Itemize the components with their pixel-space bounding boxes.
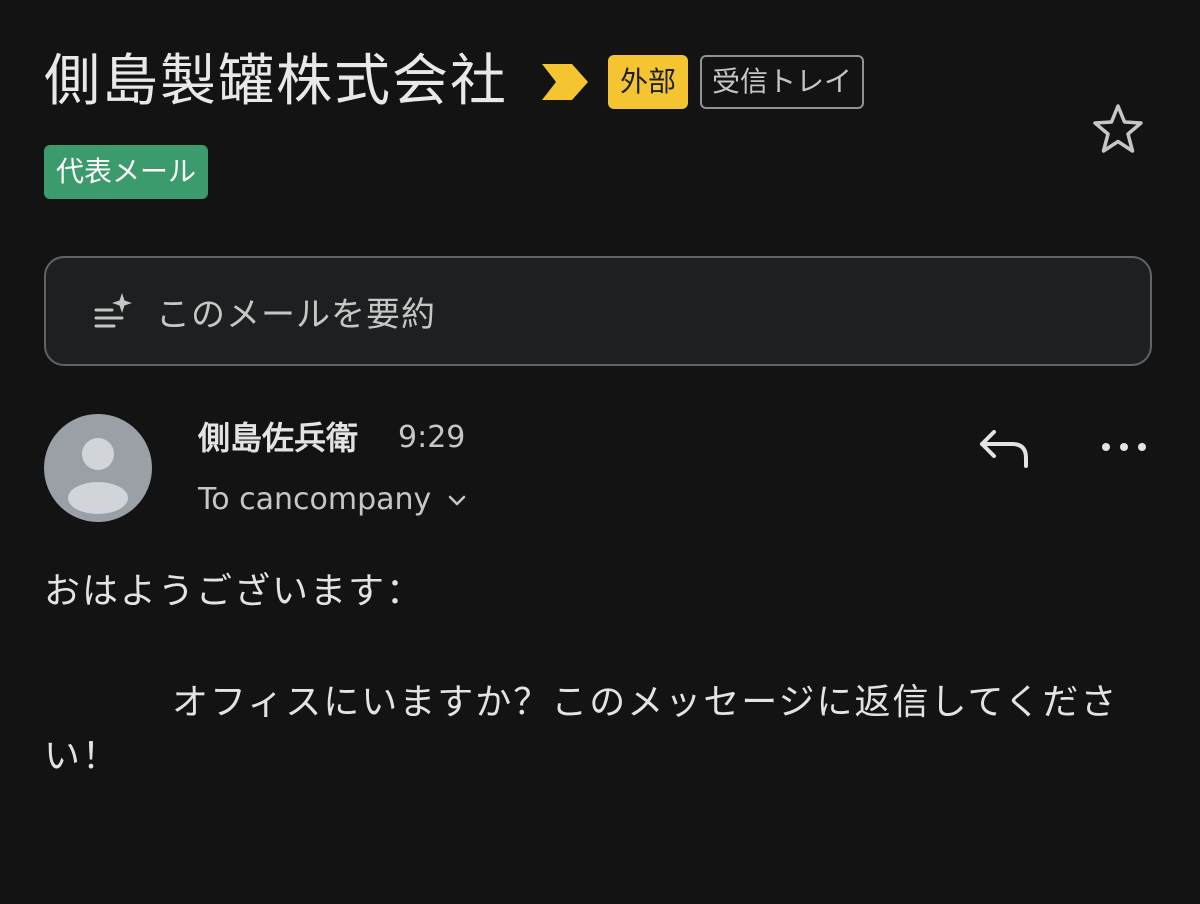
message-body: オフィスにいますか？このメッセージに返信してください！: [44, 682, 1119, 777]
sender-name[interactable]: 側島佐兵衛: [198, 416, 358, 460]
inbox-label[interactable]: 受信トレイ: [700, 55, 865, 109]
subject-row: 側島製罐株式会社 外部 受信トレイ: [44, 44, 865, 120]
chevron-down-icon: [449, 495, 466, 506]
more-icon[interactable]: [1098, 430, 1150, 464]
reply-icon[interactable]: [976, 424, 1032, 472]
summarize-sparkle-icon: [94, 293, 132, 328]
recipient-toggle[interactable]: To cancompany: [198, 478, 469, 522]
message-time: 9:29: [398, 420, 466, 455]
recipient-text: To cancompany: [198, 482, 432, 517]
external-badge: 外部: [608, 55, 689, 109]
summarize-label: このメールを要約: [156, 294, 436, 335]
message-greeting: おはようございます：: [44, 571, 425, 612]
importance-marker-icon[interactable]: [540, 62, 590, 102]
email-subject: 側島製罐株式会社: [44, 49, 508, 114]
star-icon[interactable]: [1088, 100, 1148, 160]
avatar[interactable]: [44, 414, 152, 522]
summarize-button[interactable]: このメールを要約: [44, 256, 1152, 366]
avatar-person-icon: [68, 438, 128, 514]
label-representative-mail[interactable]: 代表メール: [44, 145, 209, 199]
